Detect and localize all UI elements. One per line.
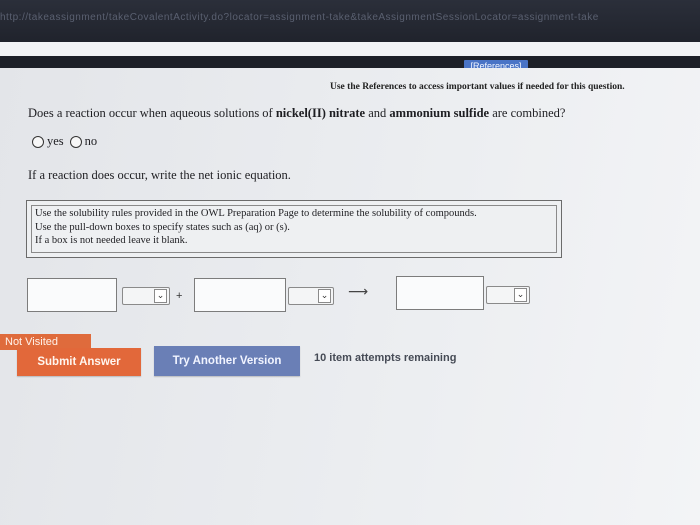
- radio-no-label: no: [84, 134, 98, 148]
- references-bar: [0, 56, 700, 68]
- reactant-1-state-select[interactable]: ⌄: [122, 287, 170, 305]
- product-input[interactable]: [396, 276, 484, 310]
- address-bar-url[interactable]: http://takeassignment/takeCovalentActivi…: [0, 12, 599, 23]
- plus-sign: +: [176, 290, 183, 302]
- question-middle: and: [365, 106, 390, 120]
- attempts-remaining: 10 item attempts remaining: [314, 352, 457, 364]
- chevron-down-icon: ⌄: [154, 289, 167, 303]
- instruction-line: Use the pull-down boxes to specify state…: [35, 221, 290, 233]
- reactant-1-input[interactable]: [27, 278, 117, 312]
- question-suffix: are combined?: [489, 106, 566, 120]
- question-text: Does a reaction occur when aqueous solut…: [28, 106, 565, 121]
- radio-no[interactable]: [69, 135, 82, 148]
- net-ionic-prompt: If a reaction does occur, write the net …: [28, 168, 291, 182]
- reaction-radio-group: yes no: [32, 134, 97, 149]
- reactant-1: nickel(II) nitrate: [275, 106, 366, 120]
- reactant-2: ammonium sulfide: [389, 106, 490, 120]
- try-another-version-button[interactable]: Try Another Version: [154, 346, 300, 376]
- use-references-text: Use the References to access important v…: [330, 82, 625, 92]
- instruction-line: Use the solubility rules provided in the…: [35, 208, 477, 219]
- radio-yes[interactable]: [32, 135, 44, 148]
- question-prefix: Does a reaction occur when aqueous solut…: [28, 106, 276, 120]
- radio-yes-label: yes: [47, 134, 64, 148]
- instructions-box: Use the solubility rules provided in the…: [26, 200, 562, 258]
- instructions-inner: Use the solubility rules provided in the…: [31, 205, 557, 253]
- product-state-select[interactable]: ⌄: [486, 286, 530, 304]
- reactant-2-input[interactable]: [194, 278, 286, 312]
- submit-answer-button[interactable]: Submit Answer: [17, 348, 141, 376]
- reaction-arrow: ⟶: [348, 284, 369, 300]
- instruction-line: If a box is not needed leave it blank.: [35, 235, 188, 246]
- reactant-2-state-select[interactable]: ⌄: [288, 287, 334, 305]
- toolbar-strip: [0, 42, 700, 56]
- chevron-down-icon: ⌄: [318, 289, 331, 303]
- chevron-down-icon: ⌄: [514, 288, 527, 302]
- browser-top-bar: http://takeassignment/takeCovalentActivi…: [0, 0, 700, 42]
